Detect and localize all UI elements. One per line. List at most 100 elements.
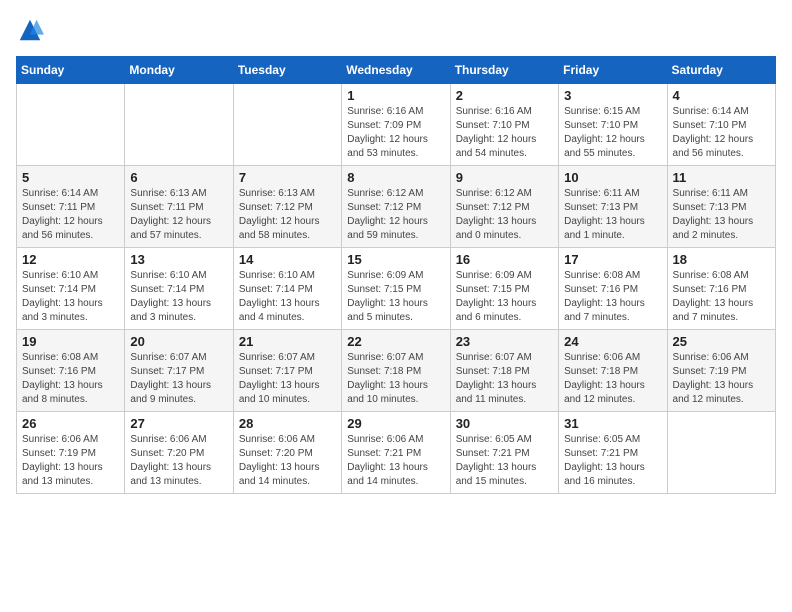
calendar-cell: 1 Sunrise: 6:16 AM Sunset: 7:09 PM Daylig… <box>342 84 450 166</box>
day-info: Sunrise: 6:09 AM Sunset: 7:15 PM Dayligh… <box>456 269 553 325</box>
calendar-cell <box>17 84 125 166</box>
day-number: 2 <box>456 88 553 103</box>
day-info: Sunrise: 6:07 AM Sunset: 7:17 PM Dayligh… <box>239 351 336 407</box>
calendar-cell: 21 Sunrise: 6:07 AM Sunset: 7:17 PM Dayli… <box>233 330 341 412</box>
day-number: 1 <box>347 88 444 103</box>
day-number: 3 <box>564 88 661 103</box>
calendar-cell: 24Sunrise: 6:06 AM Sunset: 7:18 PM Dayli… <box>559 330 667 412</box>
day-number: 21 <box>239 334 336 349</box>
day-number: 18 <box>673 252 770 267</box>
day-info: Sunrise: 6:06 AM Sunset: 7:21 PM Dayligh… <box>347 433 444 489</box>
day-number: 8 <box>347 170 444 185</box>
day-info: Sunrise: 6:11 AM Sunset: 7:13 PM Dayligh… <box>673 187 770 243</box>
day-info: Sunrise: 6:06 AM Sunset: 7:20 PM Dayligh… <box>239 433 336 489</box>
calendar-cell: 28 Sunrise: 6:06 AM Sunset: 7:20 PM Dayli… <box>233 412 341 494</box>
calendar-week-row: 12 Sunrise: 6:10 AM Sunset: 7:14 PM Dayli… <box>17 248 776 330</box>
day-number: 26 <box>22 416 119 431</box>
calendar-cell <box>667 412 775 494</box>
calendar-cell <box>233 84 341 166</box>
day-number: 17 <box>564 252 661 267</box>
day-info: Sunrise: 6:06 AM Sunset: 7:20 PM Dayligh… <box>130 433 227 489</box>
day-info: Sunrise: 6:07 AM Sunset: 7:18 PM Dayligh… <box>456 351 553 407</box>
day-info: Sunrise: 6:14 AM Sunset: 7:11 PM Dayligh… <box>22 187 119 243</box>
day-info: Sunrise: 6:10 AM Sunset: 7:14 PM Dayligh… <box>239 269 336 325</box>
calendar-day-header: Saturday <box>667 57 775 84</box>
day-number: 27 <box>130 416 227 431</box>
calendar-cell: 25 Sunrise: 6:06 AM Sunset: 7:19 PM Dayli… <box>667 330 775 412</box>
day-number: 4 <box>673 88 770 103</box>
logo <box>16 16 48 44</box>
calendar-cell: 10Sunrise: 6:11 AM Sunset: 7:13 PM Dayli… <box>559 166 667 248</box>
calendar-cell: 31 Sunrise: 6:05 AM Sunset: 7:21 PM Dayli… <box>559 412 667 494</box>
day-info: Sunrise: 6:08 AM Sunset: 7:16 PM Dayligh… <box>673 269 770 325</box>
day-info: Sunrise: 6:12 AM Sunset: 7:12 PM Dayligh… <box>347 187 444 243</box>
calendar-week-row: 1 Sunrise: 6:16 AM Sunset: 7:09 PM Daylig… <box>17 84 776 166</box>
day-number: 13 <box>130 252 227 267</box>
day-info: Sunrise: 6:10 AM Sunset: 7:14 PM Dayligh… <box>22 269 119 325</box>
calendar-cell: 4Sunrise: 6:14 AM Sunset: 7:10 PM Daylig… <box>667 84 775 166</box>
day-info: Sunrise: 6:08 AM Sunset: 7:16 PM Dayligh… <box>22 351 119 407</box>
day-info: Sunrise: 6:16 AM Sunset: 7:10 PM Dayligh… <box>456 105 553 161</box>
calendar-week-row: 19 Sunrise: 6:08 AM Sunset: 7:16 PM Dayli… <box>17 330 776 412</box>
day-number: 11 <box>673 170 770 185</box>
calendar-day-header: Tuesday <box>233 57 341 84</box>
calendar-cell: 23 Sunrise: 6:07 AM Sunset: 7:18 PM Dayli… <box>450 330 558 412</box>
day-number: 28 <box>239 416 336 431</box>
calendar-cell: 2 Sunrise: 6:16 AM Sunset: 7:10 PM Daylig… <box>450 84 558 166</box>
calendar-day-header: Sunday <box>17 57 125 84</box>
day-number: 25 <box>673 334 770 349</box>
day-number: 15 <box>347 252 444 267</box>
day-number: 14 <box>239 252 336 267</box>
calendar-day-header: Wednesday <box>342 57 450 84</box>
day-number: 23 <box>456 334 553 349</box>
calendar-cell: 3 Sunrise: 6:15 AM Sunset: 7:10 PM Daylig… <box>559 84 667 166</box>
day-number: 22 <box>347 334 444 349</box>
calendar-cell: 11 Sunrise: 6:11 AM Sunset: 7:13 PM Dayli… <box>667 166 775 248</box>
calendar-day-header: Friday <box>559 57 667 84</box>
day-number: 31 <box>564 416 661 431</box>
calendar-cell: 17 Sunrise: 6:08 AM Sunset: 7:16 PM Dayli… <box>559 248 667 330</box>
day-number: 10 <box>564 170 661 185</box>
calendar-cell: 14 Sunrise: 6:10 AM Sunset: 7:14 PM Dayli… <box>233 248 341 330</box>
day-number: 6 <box>130 170 227 185</box>
calendar-cell: 30 Sunrise: 6:05 AM Sunset: 7:21 PM Dayli… <box>450 412 558 494</box>
day-info: Sunrise: 6:05 AM Sunset: 7:21 PM Dayligh… <box>564 433 661 489</box>
day-info: Sunrise: 6:07 AM Sunset: 7:17 PM Dayligh… <box>130 351 227 407</box>
calendar-cell: 16 Sunrise: 6:09 AM Sunset: 7:15 PM Dayli… <box>450 248 558 330</box>
calendar-cell: 18 Sunrise: 6:08 AM Sunset: 7:16 PM Dayli… <box>667 248 775 330</box>
calendar-day-header: Monday <box>125 57 233 84</box>
calendar-cell: 7Sunrise: 6:13 AM Sunset: 7:12 PM Daylig… <box>233 166 341 248</box>
day-info: Sunrise: 6:15 AM Sunset: 7:10 PM Dayligh… <box>564 105 661 161</box>
calendar-week-row: 5 Sunrise: 6:14 AM Sunset: 7:11 PM Daylig… <box>17 166 776 248</box>
calendar-cell: 15 Sunrise: 6:09 AM Sunset: 7:15 PM Dayli… <box>342 248 450 330</box>
day-info: Sunrise: 6:10 AM Sunset: 7:14 PM Dayligh… <box>130 269 227 325</box>
day-info: Sunrise: 6:07 AM Sunset: 7:18 PM Dayligh… <box>347 351 444 407</box>
day-info: Sunrise: 6:12 AM Sunset: 7:12 PM Dayligh… <box>456 187 553 243</box>
day-info: Sunrise: 6:06 AM Sunset: 7:19 PM Dayligh… <box>673 351 770 407</box>
day-number: 20 <box>130 334 227 349</box>
day-number: 16 <box>456 252 553 267</box>
day-number: 19 <box>22 334 119 349</box>
day-number: 24 <box>564 334 661 349</box>
calendar-cell: 13 Sunrise: 6:10 AM Sunset: 7:14 PM Dayli… <box>125 248 233 330</box>
calendar-table: SundayMondayTuesdayWednesdayThursdayFrid… <box>16 56 776 494</box>
day-number: 5 <box>22 170 119 185</box>
day-number: 12 <box>22 252 119 267</box>
calendar-cell: 29 Sunrise: 6:06 AM Sunset: 7:21 PM Dayli… <box>342 412 450 494</box>
day-info: Sunrise: 6:09 AM Sunset: 7:15 PM Dayligh… <box>347 269 444 325</box>
day-info: Sunrise: 6:06 AM Sunset: 7:19 PM Dayligh… <box>22 433 119 489</box>
day-number: 29 <box>347 416 444 431</box>
logo-icon <box>16 16 44 44</box>
calendar-header-row: SundayMondayTuesdayWednesdayThursdayFrid… <box>17 57 776 84</box>
calendar-cell <box>125 84 233 166</box>
day-number: 9 <box>456 170 553 185</box>
day-number: 30 <box>456 416 553 431</box>
day-info: Sunrise: 6:08 AM Sunset: 7:16 PM Dayligh… <box>564 269 661 325</box>
day-info: Sunrise: 6:05 AM Sunset: 7:21 PM Dayligh… <box>456 433 553 489</box>
calendar-cell: 22 Sunrise: 6:07 AM Sunset: 7:18 PM Dayli… <box>342 330 450 412</box>
day-number: 7 <box>239 170 336 185</box>
calendar-cell: 19 Sunrise: 6:08 AM Sunset: 7:16 PM Dayli… <box>17 330 125 412</box>
day-info: Sunrise: 6:16 AM Sunset: 7:09 PM Dayligh… <box>347 105 444 161</box>
calendar-cell: 8 Sunrise: 6:12 AM Sunset: 7:12 PM Daylig… <box>342 166 450 248</box>
calendar-cell: 27 Sunrise: 6:06 AM Sunset: 7:20 PM Dayli… <box>125 412 233 494</box>
